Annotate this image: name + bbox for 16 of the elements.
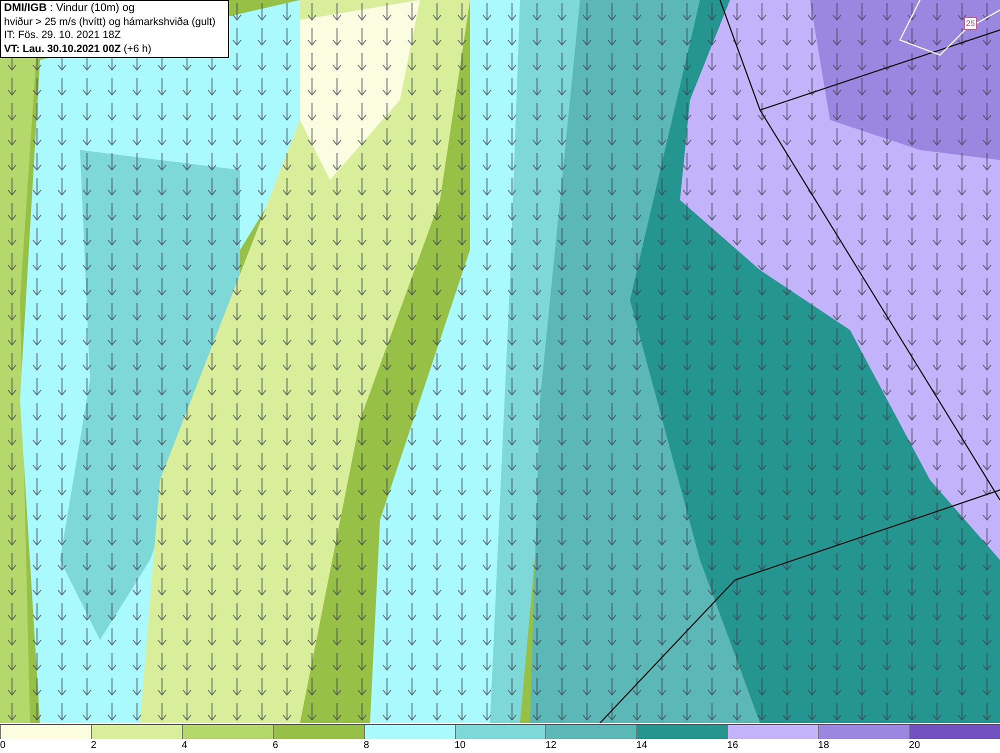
map-label: 25 — [964, 17, 977, 30]
tick-label: 12 — [545, 739, 558, 753]
info-text: hviður > 25 m/s (hvítt) og hámarkshviða (gult) — [4, 16, 217, 29]
tick-label: 10 — [454, 739, 467, 753]
tick-label: 8 — [364, 739, 370, 753]
info-text: VT: Lau. 30.10.2021 00Z (+6 h) — [4, 42, 152, 56]
tick-label: 4 — [182, 739, 188, 753]
tick-label: 2 — [90, 739, 98, 753]
info-text: IT: Fös. 29. 10. 2021 18Z — [4, 29, 122, 42]
tick-label: 18 — [818, 739, 830, 753]
info-text: DMI/IGB : Vindur (10m) og — [4, 2, 136, 16]
tick-label: 6 — [272, 739, 280, 753]
tick-label: 20 — [908, 739, 922, 753]
tick-label: 0 — [0, 739, 7, 753]
tick-label: 16 — [727, 739, 740, 753]
tick-label: 14 — [636, 739, 648, 753]
